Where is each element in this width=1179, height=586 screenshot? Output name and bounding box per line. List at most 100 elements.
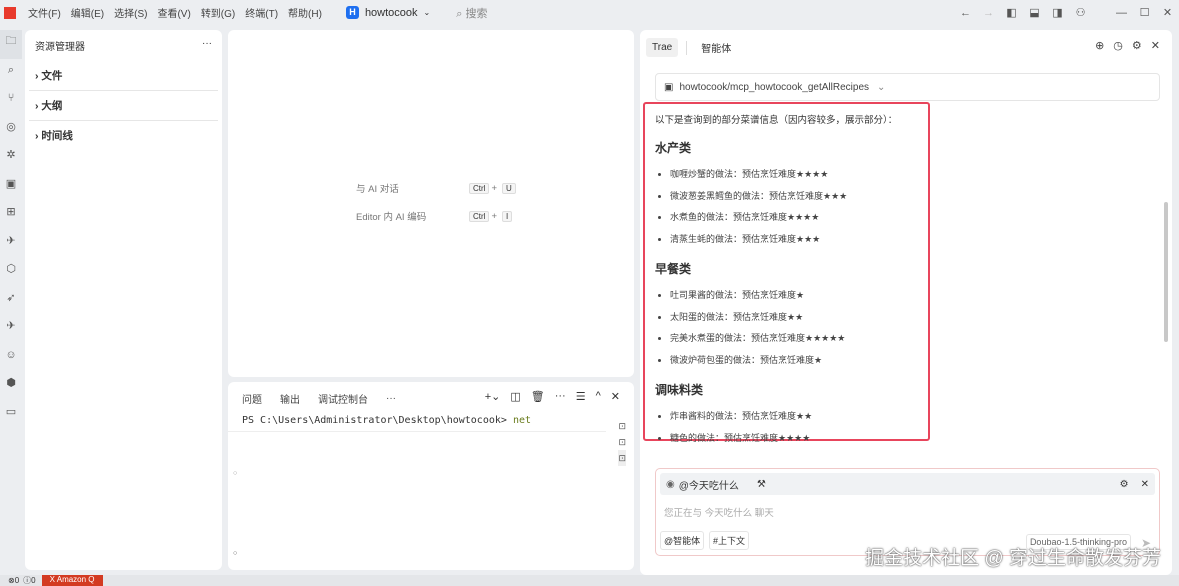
close-icon[interactable]: ✕	[611, 390, 620, 403]
error-icon[interactable]: ⊗	[8, 576, 15, 585]
warning-icon[interactable]: ⓘ	[23, 575, 31, 586]
menu-view[interactable]: 查看(V)	[157, 9, 190, 20]
deploy-icon[interactable]: ✈	[0, 230, 22, 259]
toggle-right-panel-icon[interactable]: ◨	[1046, 6, 1069, 19]
tool-call-card[interactable]: ▣ howtocook/mcp_howtocook_getAllRecipes ⌄	[655, 73, 1160, 101]
hint-label: 与 AI 对话	[356, 184, 399, 195]
app-logo	[4, 6, 16, 19]
close-icon[interactable]: ✕	[1151, 39, 1160, 52]
circle-marker: ○	[233, 550, 238, 557]
tab-debug-console[interactable]: 调试控制台	[318, 391, 368, 406]
tools-icon[interactable]: ⚒	[757, 479, 766, 490]
terminal-icon[interactable]: ⊡	[618, 434, 626, 450]
category-title: 调味料类	[655, 383, 704, 398]
close-window-button[interactable]: ✕	[1156, 6, 1179, 19]
package-icon[interactable]: ⬡	[0, 258, 22, 287]
close-icon[interactable]: ✕	[1141, 479, 1149, 490]
menu-terminal[interactable]: 终端(T)	[245, 9, 278, 20]
section-outline[interactable]: › 大纲	[29, 91, 218, 121]
hint-chat: 与 AI 对话 Ctrl + U	[356, 181, 516, 195]
add-terminal-icon[interactable]: +⌄	[485, 390, 501, 403]
terminal-list: ⊡ ⊡ ⊡	[618, 418, 626, 466]
account-icon[interactable]: ⚇	[1069, 6, 1092, 19]
activity-bar: 🗀 ⌕ ⑂ ◎ ✲ ▣ ⊞ ✈ ⬡ ➶ ✈ ☺ ⬢ ▭	[0, 30, 22, 429]
section-timeline[interactable]: › 时间线	[29, 121, 218, 150]
plane-icon[interactable]: ✈	[0, 315, 22, 344]
terminal-line[interactable]: PS C:\Users\Administrator\Desktop\howtoc…	[228, 415, 606, 432]
gear-icon[interactable]: ⚙	[1132, 39, 1142, 52]
new-chat-icon[interactable]: ⊕	[1095, 39, 1104, 52]
maximize-button[interactable]: ☐	[1133, 6, 1156, 19]
menu-goto[interactable]: 转到(G)	[201, 9, 235, 20]
explorer-panel: 资源管理器 ··· › 文件 › 大纲 › 时间线	[25, 30, 222, 570]
terminal-icon[interactable]: ⊡	[618, 418, 626, 434]
search-icon[interactable]: ⌕	[0, 59, 22, 88]
section-files[interactable]: › 文件	[29, 61, 218, 91]
context-button[interactable]: #上下文	[709, 531, 750, 550]
tool-call-name: howtocook/mcp_howtocook_getAllRecipes	[679, 81, 870, 93]
extensions-icon[interactable]: ⊞	[0, 201, 22, 230]
list-item: 吐司果酱的做法：预估烹饪难度★	[670, 288, 918, 301]
back-icon[interactable]: ←	[954, 7, 977, 19]
more-icon[interactable]: ···	[202, 38, 212, 53]
terminal-prompt: PS C:\Users\Administrator\Desktop\howtoc…	[242, 415, 513, 426]
project-name: howtocook	[364, 6, 418, 19]
monitor-icon[interactable]: ▭	[0, 401, 22, 430]
error-count[interactable]: 0	[15, 576, 19, 585]
trash-icon[interactable]: 🗑	[531, 390, 545, 403]
chat-input[interactable]: 您正在与 今天吃什么 聊天	[656, 499, 1159, 525]
rocket-icon[interactable]: ➶	[0, 287, 22, 316]
more-icon[interactable]: ···	[555, 390, 566, 403]
ai-chat-panel: Trae 智能体 ⊕ ◷ ⚙ ✕ ▣ howtocook/mcp_howtocook_ge…	[640, 30, 1172, 575]
debug-icon[interactable]: ✲	[0, 144, 22, 173]
tab-problems[interactable]: 问题	[242, 391, 262, 406]
warning-count[interactable]: 0	[31, 576, 35, 585]
tab-output[interactable]: 输出	[280, 391, 300, 406]
explorer-icon[interactable]: 🗀	[0, 30, 22, 59]
tab-trae[interactable]: Trae	[646, 38, 679, 57]
watermark: 掘金技术社区 @ 穿过生命散发芬芳	[865, 548, 1161, 569]
menu-selection[interactable]: 选择(S)	[114, 9, 147, 20]
kbd: Ctrl	[469, 182, 490, 194]
history-icon[interactable]: ◷	[1113, 39, 1123, 52]
explorer-title: 资源管理器	[35, 42, 85, 53]
terminal-icon[interactable]: ⊡	[618, 450, 626, 466]
list-item: 微波炉荷包蛋的做法：预估烹饪难度★	[670, 353, 918, 366]
scrollbar[interactable]	[1164, 202, 1168, 342]
amazon-q-button[interactable]: X Amazon Q	[41, 575, 103, 586]
menu-help[interactable]: 帮助(H)	[288, 9, 322, 20]
project-switcher[interactable]: H howtocook ⌄	[345, 6, 430, 19]
split-icon[interactable]: ◫	[510, 390, 520, 403]
eye-icon[interactable]: ◎	[0, 116, 22, 145]
tool-icon: ▣	[664, 81, 674, 93]
gear-icon[interactable]: ⚙	[1120, 479, 1129, 490]
menu-file[interactable]: 文件(F)	[28, 9, 61, 20]
category-title: 早餐类	[655, 262, 692, 277]
search-box[interactable]: ⌕ 搜索	[456, 5, 487, 21]
shield-icon[interactable]: ⬢	[0, 372, 22, 401]
mention-agent-button[interactable]: @智能体	[660, 531, 705, 550]
forward-icon[interactable]: →	[977, 7, 1000, 19]
menu-edit[interactable]: 编辑(E)	[71, 9, 104, 20]
toggle-sidebar-icon[interactable]: ◧	[1000, 6, 1023, 19]
menu-bar: 文件(F) 编辑(E) 选择(S) 查看(V) 转到(G) 终端(T) 帮助(H)	[28, 5, 332, 20]
terminal-command: net	[512, 415, 531, 426]
search-placeholder: 搜索	[465, 7, 488, 20]
list-item: 咖喱炒蟹的做法：预估烹饪难度★★★★	[670, 167, 918, 180]
list-item: 炸串酱料的做法：预估烹饪难度★★	[670, 409, 918, 422]
remote-icon[interactable]: ▣	[0, 173, 22, 202]
category-title: 水产类	[655, 141, 692, 155]
tab-agent[interactable]: 智能体	[695, 36, 737, 59]
minimize-button[interactable]: —	[1110, 7, 1133, 19]
chevron-down-icon: ⌄	[877, 81, 886, 93]
tab-more[interactable]: ···	[386, 393, 396, 404]
toggle-panel-icon[interactable]: ⬓	[1023, 6, 1046, 19]
editor-area: 与 AI 对话 Ctrl + U Editor 内 AI 编码 Ctrl + I	[228, 30, 634, 377]
bot-icon[interactable]: ☺	[0, 344, 22, 373]
list-item: 完美水煮蛋的做法：预估烹饪难度★★★★★	[670, 331, 918, 344]
source-control-icon[interactable]: ⑂	[0, 87, 22, 116]
layout-icon[interactable]: ☰	[576, 390, 586, 403]
maximize-icon[interactable]: ^	[596, 390, 601, 403]
window-controls: ← → ◧ ⬓ ◨ ⚇ — ☐ ✕	[954, 0, 1179, 25]
project-avatar: H	[345, 6, 359, 19]
